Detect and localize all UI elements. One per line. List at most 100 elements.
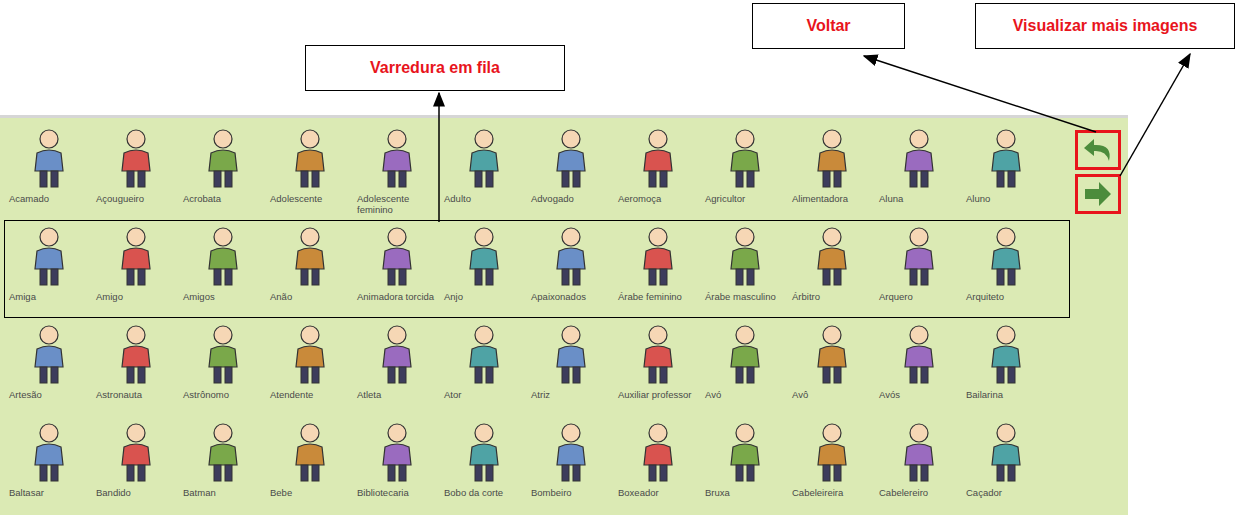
pictogram-card[interactable]: Caçador [962,417,1049,513]
pictogram-frame [182,223,263,289]
pictogram-label: Adolescente [269,193,350,204]
pictogram-label: Apaixonados [530,291,611,302]
pictogram-card[interactable]: Boxeador [614,417,701,513]
pictogram-card[interactable]: Animadora torcida [353,221,440,317]
pictogram-label: Amigo [95,291,176,302]
pictogram-card[interactable]: Amigo [92,221,179,317]
pictogram-card[interactable]: Alimentadora [788,123,875,219]
pictogram-icon [631,323,685,385]
pictogram-icon [979,127,1033,189]
pictogram-card[interactable]: Advogado [527,123,614,219]
pictogram-label: Avó [704,389,785,400]
pictogram-card[interactable]: Ator [440,319,527,415]
pictogram-card[interactable]: Árabe feminino [614,221,701,317]
pictogram-card[interactable]: Agricultor [701,123,788,219]
pictogram-card[interactable]: Bibliotecaria [353,417,440,513]
pictogram-card[interactable]: Bruxa [701,417,788,513]
pictogram-label: Amigos [182,291,263,302]
pictogram-frame [617,125,698,191]
pictogram-card[interactable]: Adolescente feminino [353,123,440,219]
pictogram-label: Bebe [269,487,350,498]
pictogram-icon [718,421,772,483]
pictogram-card[interactable]: Apaixonados [527,221,614,317]
pictogram-icon [631,421,685,483]
pictogram-card[interactable]: Aeromoça [614,123,701,219]
pictogram-card[interactable]: Aluno [962,123,1049,219]
pictogram-card[interactable]: Amigos [179,221,266,317]
pictogram-icon [283,225,337,287]
pictogram-icon [109,127,163,189]
pictogram-card[interactable]: Atendente [266,319,353,415]
pictogram-card[interactable]: Batman [179,417,266,513]
pictogram-card[interactable]: Auxiliar professor [614,319,701,415]
pictogram-card[interactable]: Baltasar [5,417,92,513]
pictogram-card[interactable]: Amiga [5,221,92,317]
pictogram-card[interactable]: Adulto [440,123,527,219]
pictogram-label: Auxiliar professor [617,389,698,400]
pictogram-card[interactable]: Astronauta [92,319,179,415]
pictogram-icon [109,421,163,483]
pictogram-label: Avós [878,389,959,400]
pictogram-card[interactable]: Cabelereiro [875,417,962,513]
pictogram-frame [704,321,785,387]
pictogram-icon [283,323,337,385]
back-button[interactable] [1075,130,1121,170]
pictogram-label: Astronauta [95,389,176,400]
pictogram-card[interactable]: Anjo [440,221,527,317]
pictogram-card[interactable]: Avós [875,319,962,415]
pictogram-label: Ator [443,389,524,400]
pictogram-label: Bandido [95,487,176,498]
pictogram-label: Adolescente feminino [356,193,437,215]
forward-arrow-icon [1083,180,1113,208]
pictogram-label: Atleta [356,389,437,400]
more-images-button[interactable] [1075,174,1121,214]
pictogram-card[interactable]: Anão [266,221,353,317]
pictogram-card[interactable]: Bailarina [962,319,1049,415]
pictogram-frame [443,125,524,191]
pictogram-label: Acamado [8,193,89,204]
pictogram-card[interactable]: Adolescente [266,123,353,219]
pictogram-card[interactable]: Acamado [5,123,92,219]
pictogram-card[interactable]: Arquiteto [962,221,1049,317]
pictogram-card[interactable]: Bobo da corte [440,417,527,513]
pictogram-icon [631,225,685,287]
annotation-header: Varredura em filaVoltarVisualizar mais i… [0,0,1260,115]
pictogram-card[interactable]: Avô [788,319,875,415]
pictogram-label: Atriz [530,389,611,400]
pictogram-card[interactable]: Árabe masculino [701,221,788,317]
nav-column [1075,130,1121,214]
pictogram-frame [791,321,872,387]
pictogram-frame [965,419,1046,485]
pictogram-frame [965,125,1046,191]
page: Varredura em filaVoltarVisualizar mais i… [0,0,1260,515]
pictogram-icon [805,225,859,287]
pictogram-card[interactable]: Acrobata [179,123,266,219]
pictogram-icon [892,225,946,287]
pictogram-card[interactable]: Açougueiro [92,123,179,219]
pictogram-card[interactable]: Avó [701,319,788,415]
callout-label: Voltar [752,3,905,49]
pictogram-frame [878,419,959,485]
pictogram-frame [95,125,176,191]
pictogram-card[interactable]: Bandido [92,417,179,513]
pictogram-card[interactable]: Artesão [5,319,92,415]
pictogram-card[interactable]: Arquero [875,221,962,317]
pictogram-label: Cabelereiro [878,487,959,498]
pictogram-card[interactable]: Bombeiro [527,417,614,513]
pictogram-card[interactable]: Aluna [875,123,962,219]
callout-label: Visualizar mais imagens [975,3,1235,49]
pictogram-icon [457,127,511,189]
pictogram-row: AcamadoAçougueiroAcrobataAdolescente Adol… [4,122,1070,220]
pictogram-card[interactable]: Cabeleireira [788,417,875,513]
pictogram-label: Amiga [8,291,89,302]
pictogram-label: Animadora torcida [356,291,437,302]
annotation-arrows [0,0,1260,515]
pictogram-frame [269,125,350,191]
pictogram-icon [544,323,598,385]
pictogram-card[interactable]: Atriz [527,319,614,415]
pictogram-card[interactable]: Astrônomo [179,319,266,415]
pictogram-card[interactable]: Árbitro [788,221,875,317]
pictogram-card[interactable]: Atleta [353,319,440,415]
pictogram-card[interactable]: Bebe [266,417,353,513]
pictogram-frame [356,321,437,387]
